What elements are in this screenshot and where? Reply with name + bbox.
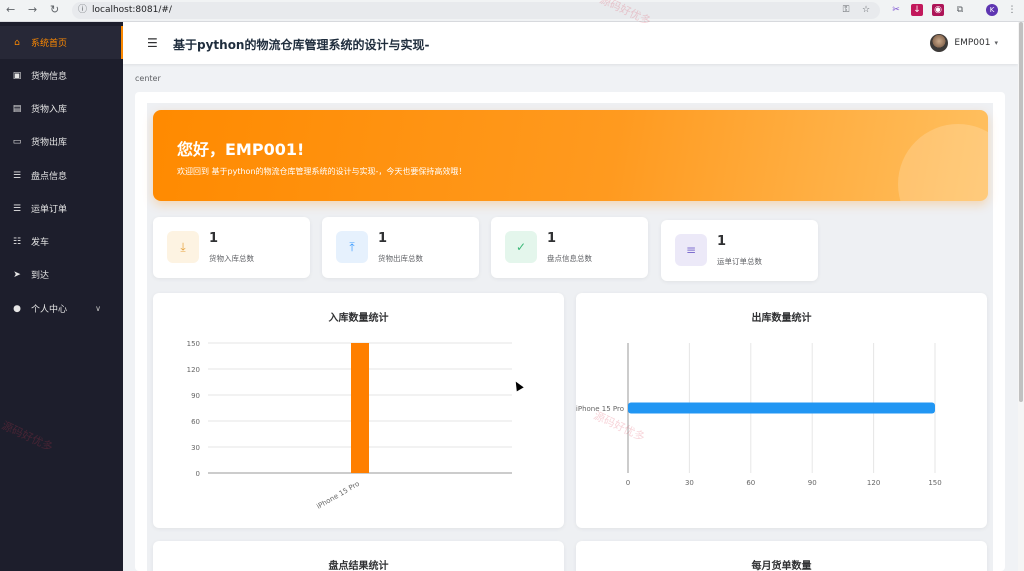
extension-scissors-icon[interactable]: ✂ (890, 4, 902, 16)
sidebar: ⌂ 系统首页 ▣ 货物信息 ▤ 货物入库 ▭ 货物出库 ☰ 盘点信息 ☰ 运单订… (0, 22, 123, 571)
stat-card-inventory: ✓ 1 盘点信息总数 (491, 217, 648, 278)
stat-value: 1 (378, 231, 388, 246)
stat-value: 1 (547, 231, 557, 246)
stat-value: 1 (209, 231, 219, 246)
sidebar-item-label: 货物信息 (31, 72, 68, 82)
sidebar-item-arrival[interactable]: ➤ 到达 (0, 258, 123, 291)
outbound-chart-card: 出库数量统计 0 30 60 90 120 150 iPhone 15 Pro (576, 293, 987, 528)
address-text: localhost:8081/#/ (92, 5, 172, 15)
sidebar-item-home[interactable]: ⌂ 系统首页 (0, 26, 123, 59)
y-tick-label: 0 (196, 470, 200, 478)
back-icon[interactable]: ← (6, 3, 15, 16)
star-icon[interactable]: ☆ (860, 4, 872, 16)
x-tick-label: 0 (626, 479, 630, 487)
banner-greeting: 您好，EMP001! (177, 140, 305, 159)
stat-label: 运单订单总数 (717, 257, 762, 266)
upload-icon: ⤒ (336, 231, 368, 263)
y-tick-label: 60 (191, 418, 200, 426)
key-icon[interactable]: ⚿ (840, 4, 852, 16)
welcome-banner: 您好，EMP001! 欢迎回到 基于python的物流仓库管理系统的设计与实现-… (153, 110, 988, 201)
page-title: 基于python的物流仓库管理系统的设计与实现- (173, 38, 430, 52)
sidebar-item-personal-center[interactable]: ● 个人中心 ∨ (0, 292, 123, 325)
x-tick-label: iPhone 15 Pro (315, 480, 361, 511)
y-tick-label: 30 (191, 444, 200, 452)
username: EMP001 (954, 38, 991, 48)
document-check-icon: ✓ (505, 231, 537, 263)
list-icon: ☰ (12, 203, 22, 214)
forward-icon[interactable]: → (28, 3, 37, 16)
sidebar-item-label: 盘点信息 (31, 172, 68, 182)
page-scrollbar[interactable] (1018, 22, 1024, 571)
send-icon: ➤ (13, 269, 21, 280)
x-tick-label: 60 (746, 479, 755, 487)
home-icon: ⌂ (14, 37, 20, 48)
y-tick-label: 90 (191, 392, 200, 400)
outbound-bar-chart: 0 30 60 90 120 150iPhone 15 Pro (576, 343, 942, 487)
profile-avatar[interactable]: K (986, 4, 998, 16)
sidebar-item-label: 到达 (31, 271, 50, 281)
chevron-down-icon: ∨ (95, 304, 101, 313)
briefcase-icon: ▣ (12, 70, 22, 81)
sidebar-item-goods-inbound[interactable]: ▤ 货物入库 (0, 92, 123, 125)
stat-card-outbound: ⤒ 1 货物出库总数 (322, 217, 479, 278)
y-tick-label: 150 (187, 340, 200, 348)
stat-card-waybill: ≡ 1 运单订单总数 (661, 220, 818, 281)
user-icon: ● (13, 303, 21, 314)
sidebar-item-waybill[interactable]: ☰ 运单订单 (0, 192, 123, 225)
stat-label: 货物出库总数 (378, 254, 423, 263)
avatar (930, 34, 949, 52)
caret-down-icon: ▾ (994, 39, 998, 47)
y-tick-label: 120 (187, 366, 200, 374)
sidebar-item-label: 个人中心 (31, 305, 68, 315)
banner-decoration (898, 124, 988, 201)
banner-welcome-text: 欢迎回到 基于python的物流仓库管理系统的设计与实现-，今天也要保持高效哦！ (177, 167, 467, 176)
inventory-chart-card: 盘点结果统计 (153, 541, 564, 571)
address-bar[interactable]: ⓘ localhost:8081/#/ (72, 2, 880, 19)
stat-label: 盘点信息总数 (547, 254, 592, 263)
stat-card-inbound: ⤓ 1 货物入库总数 (153, 217, 310, 278)
menu-toggle-icon[interactable]: ☰ (147, 36, 158, 50)
sliders-icon: ☷ (12, 236, 22, 247)
sidebar-item-inventory[interactable]: ☰ 盘点信息 (0, 159, 123, 192)
x-tick-label: 120 (867, 479, 880, 487)
download-icon: ⤓ (167, 231, 199, 263)
browser-toolbar: ← → ↻ ⓘ localhost:8081/#/ ⚿ ☆ ✂ ↓ ◉ ⧉ K … (0, 0, 1024, 22)
sidebar-item-label: 运单订单 (31, 205, 68, 215)
sidebar-item-label: 货物入库 (31, 105, 68, 115)
extensions-puzzle-icon[interactable]: ⧉ (954, 4, 966, 16)
chart-title: 盘点结果统计 (328, 561, 389, 571)
inbound-bar-chart: 0 30 60 90 120 150 iPhone 15 Pro (187, 340, 512, 511)
reload-icon[interactable]: ↻ (50, 3, 59, 16)
top-header: ☰ 基于python的物流仓库管理系统的设计与实现- EMP001 ▾ (123, 22, 1018, 64)
monthly-chart-card: 每月货单数量 (576, 541, 987, 571)
sidebar-item-label: 系统首页 (31, 39, 68, 49)
scrollbar-thumb[interactable] (1019, 22, 1023, 402)
bar (628, 402, 935, 414)
stat-label: 货物入库总数 (209, 254, 254, 263)
sidebar-item-goods-outbound[interactable]: ▭ 货物出库 (0, 125, 123, 158)
more-menu-icon[interactable]: ⋮ (1006, 4, 1018, 16)
x-tick-label: 90 (808, 479, 817, 487)
inbound-chart-card: 入库数量统计 0 30 60 90 120 150 iPhone 15 Pro (153, 293, 564, 528)
breadcrumb: center (135, 74, 161, 83)
extension-ghost-icon[interactable]: ◉ (932, 4, 944, 16)
chart-title: 每月货单数量 (751, 561, 812, 571)
list-icon: ☰ (12, 170, 22, 181)
stat-value: 1 (717, 234, 727, 249)
document-icon: ≡ (675, 234, 707, 266)
sidebar-item-departure[interactable]: ☷ 发车 (0, 225, 123, 258)
x-tick-label: 150 (928, 479, 941, 487)
x-tick-label: 30 (685, 479, 694, 487)
extension-download-icon[interactable]: ↓ (911, 4, 923, 16)
clipboard-icon: ▤ (12, 103, 22, 114)
sidebar-item-label: 发车 (31, 238, 50, 248)
sidebar-item-label: 货物出库 (31, 138, 68, 148)
site-info-icon[interactable]: ⓘ (78, 2, 87, 19)
sidebar-item-goods-info[interactable]: ▣ 货物信息 (0, 59, 123, 92)
user-dropdown[interactable]: EMP001 ▾ (930, 34, 998, 52)
bar (351, 343, 369, 473)
monitor-icon: ▭ (12, 136, 22, 147)
